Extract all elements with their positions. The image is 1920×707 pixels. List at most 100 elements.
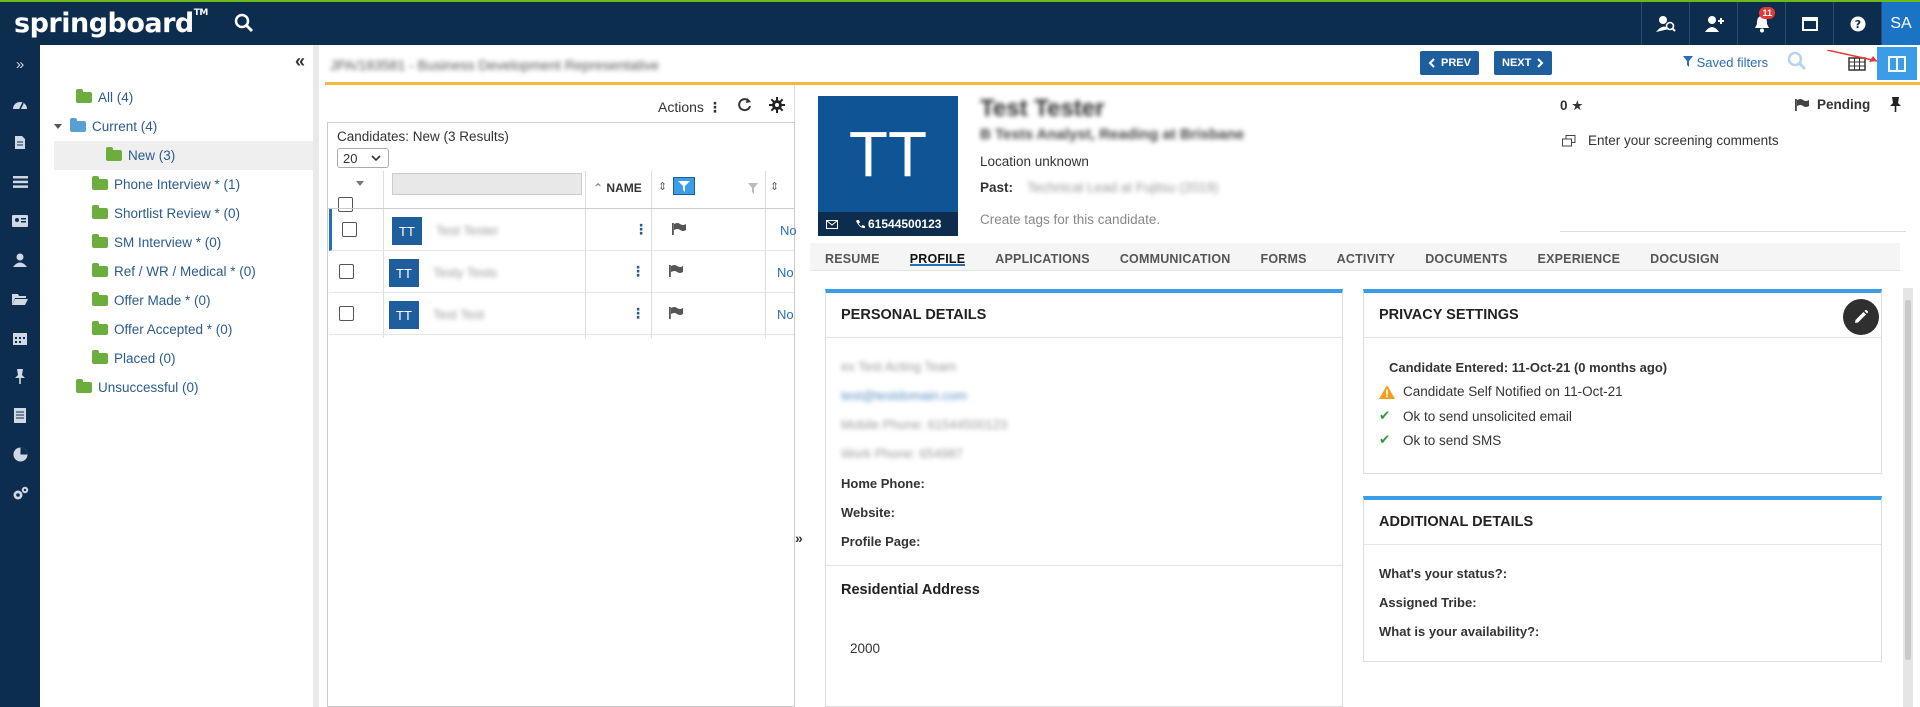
caret-down-icon[interactable]	[54, 124, 62, 129]
tree-item-shortlist-review[interactable]: Shortlist Review * (0)	[40, 199, 313, 228]
table-row[interactable]: TT Test Test ⋮ No	[329, 293, 794, 335]
settings-cogs-icon[interactable]	[0, 474, 40, 513]
settings-gear-icon[interactable]	[769, 97, 785, 118]
tree-item-current[interactable]: Current (4)	[40, 112, 313, 141]
active-filter-icon[interactable]	[673, 177, 695, 195]
flag-icon[interactable]	[669, 264, 683, 282]
sort-icon[interactable]: ⇕	[658, 180, 667, 193]
prev-button[interactable]: PREV	[1420, 51, 1479, 75]
profile-scrollbar-thumb[interactable]	[1905, 300, 1911, 660]
tree-item-unsuccessful[interactable]: Unsuccessful (0)	[40, 373, 313, 402]
tab-resume[interactable]: RESUME	[810, 243, 895, 270]
list-icon[interactable]	[0, 162, 40, 201]
tab-forms[interactable]: FORMS	[1246, 243, 1322, 270]
document-icon[interactable]	[0, 123, 40, 162]
tab-activity[interactable]: ACTIVITY	[1322, 243, 1411, 270]
chevron-down-icon	[371, 154, 382, 161]
email-icon[interactable]	[826, 219, 838, 229]
top-bar: springboardTM 11 ? SA	[0, 0, 1920, 45]
tree-item-offer-made[interactable]: Offer Made * (0)	[40, 286, 313, 315]
tab-applications[interactable]: APPLICATIONS	[980, 243, 1105, 270]
tree-item-sm-interview[interactable]: SM Interview * (0)	[40, 228, 313, 257]
actions-menu[interactable]: Actions ⋮	[658, 99, 722, 116]
tree-item-phone-interview[interactable]: Phone Interview * (1)	[40, 170, 313, 199]
left-nav-rail: »	[0, 45, 40, 707]
page-size-select[interactable]: 20	[337, 148, 389, 168]
candidate-name[interactable]: Test Tester	[436, 223, 499, 238]
avatar-contact-bar: 61544500123	[818, 212, 958, 236]
candidate-search-icon[interactable]	[1641, 2, 1689, 45]
candidate-rating[interactable]: 0 ★	[1560, 98, 1583, 114]
candidate-avatar: TT	[389, 301, 419, 329]
tab-experience[interactable]: EXPERIENCE	[1523, 243, 1636, 270]
tab-communication[interactable]: COMMUNICATION	[1105, 243, 1246, 270]
edit-pencil-button[interactable]	[1843, 299, 1879, 335]
tags-input[interactable]: Create tags for this candidate.	[980, 212, 1160, 227]
candidate-profile-panel: TT 61544500123 Test Tester B Tests Analy…	[810, 85, 1920, 707]
person-icon[interactable]	[0, 240, 40, 279]
help-icon[interactable]: ?	[1833, 2, 1881, 45]
row-checkbox[interactable]	[339, 264, 354, 279]
next-button[interactable]: NEXT	[1494, 51, 1553, 75]
pie-chart-icon[interactable]	[0, 435, 40, 474]
notifications-bell-icon[interactable]: 11	[1737, 2, 1785, 45]
row-menu-icon[interactable]: ⋮	[631, 305, 645, 322]
tree-item-placed[interactable]: Placed (0)	[40, 344, 313, 373]
additional-details-card: ADDITIONAL DETAILS What's your status?: …	[1363, 496, 1882, 662]
warning-icon	[1379, 384, 1395, 399]
row-checkbox[interactable]	[339, 306, 354, 321]
check-icon: ✔	[1379, 408, 1391, 423]
folder-icon	[92, 205, 108, 219]
expand-profile-icon[interactable]: »	[795, 530, 803, 546]
pin-profile-icon[interactable]	[1890, 97, 1901, 115]
filter-search-icon[interactable]	[1787, 51, 1807, 76]
collapse-tree-icon[interactable]: «	[295, 51, 305, 72]
folder-icon	[92, 176, 108, 190]
saved-filters-link[interactable]: Saved filters	[1683, 55, 1768, 70]
tree-item-ref-wr-medical[interactable]: Ref / WR / Medical * (0)	[40, 257, 313, 286]
personal-details-title: PERSONAL DETAILS	[826, 293, 1342, 338]
tab-profile[interactable]: PROFILE	[895, 243, 981, 270]
expand-nav-icon[interactable]: »	[0, 45, 40, 84]
folder-open-icon[interactable]	[0, 279, 40, 318]
candidate-avatar: TT	[389, 259, 419, 287]
chevron-left-icon	[1428, 58, 1435, 68]
row-menu-icon[interactable]: ⋮	[634, 221, 648, 238]
row-checkbox[interactable]	[342, 222, 357, 237]
add-candidate-icon[interactable]	[1689, 2, 1737, 45]
dashboard-icon[interactable]	[0, 84, 40, 123]
tab-documents[interactable]: DOCUMENTS	[1410, 243, 1522, 270]
comment-window-icon	[1562, 134, 1576, 146]
tree-item-all[interactable]: All (4)	[40, 83, 313, 112]
row-menu-icon[interactable]: ⋮	[631, 263, 645, 280]
flag-icon	[1795, 98, 1809, 111]
name-column-header[interactable]: ⌃ NAME	[593, 181, 642, 195]
window-icon[interactable]	[1785, 2, 1833, 45]
id-card-icon[interactable]	[0, 201, 40, 240]
refresh-icon[interactable]	[737, 97, 752, 117]
screening-comments-input[interactable]: Enter your screening comments	[1562, 133, 1779, 148]
global-search-icon[interactable]	[234, 13, 256, 35]
springboard-logo[interactable]: springboardTM	[14, 8, 208, 39]
annotation-arrow-icon	[1827, 50, 1878, 62]
tree-item-offer-accepted[interactable]: Offer Accepted * (0)	[40, 315, 313, 344]
tree-item-new[interactable]: New (3)	[54, 141, 313, 170]
candidate-name[interactable]: Testy Tests	[433, 265, 497, 280]
table-row[interactable]: TT Testy Tests ⋮ No	[329, 251, 794, 293]
flag-icon[interactable]	[669, 306, 683, 324]
select-dropdown-caret-icon[interactable]	[356, 181, 364, 186]
candidate-name[interactable]: Test Test	[433, 307, 484, 322]
user-avatar[interactable]: SA	[1881, 2, 1920, 45]
column-filter-icon[interactable]	[748, 181, 758, 199]
name-filter-input[interactable]	[392, 173, 582, 195]
flag-icon[interactable]	[672, 222, 686, 240]
tab-docusign[interactable]: DOCUSIGN	[1635, 243, 1734, 270]
sort-icon[interactable]: ⇕	[770, 180, 779, 193]
email-link[interactable]: test@testdomain.com	[841, 388, 967, 403]
report-icon[interactable]	[0, 396, 40, 435]
candidate-status-badge[interactable]: Pending	[1795, 97, 1870, 112]
notification-count-badge: 11	[1759, 7, 1775, 19]
table-row[interactable]: TT Test Tester ⋮ No	[329, 209, 797, 251]
calendar-icon[interactable]	[0, 318, 40, 357]
pin-icon[interactable]	[0, 357, 40, 396]
